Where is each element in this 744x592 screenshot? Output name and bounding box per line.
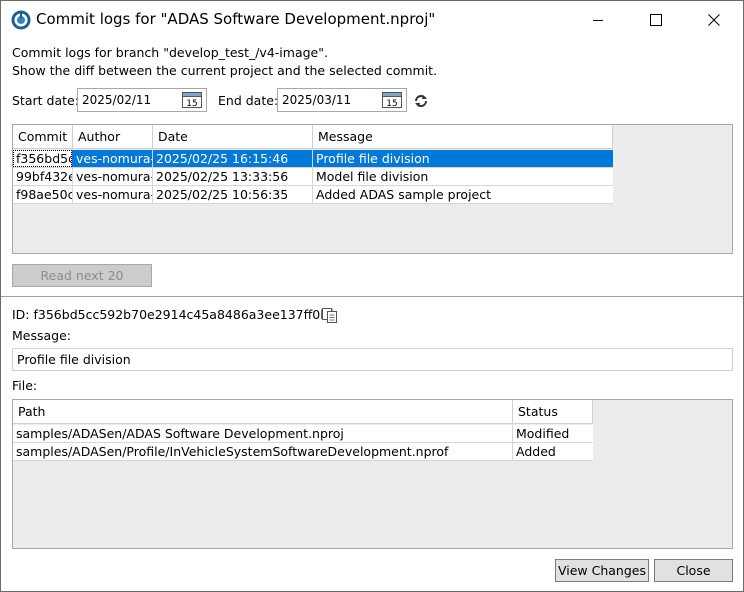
path-cell: samples/ADASen/ADAS Software Development…	[13, 425, 513, 442]
table-row[interactable]: 99bf432e ves-nomura- 2025/02/25 13:33:56…	[13, 168, 613, 186]
view-changes-button[interactable]: View Changes	[555, 559, 649, 582]
minimize-button[interactable]	[569, 1, 627, 39]
end-date-value: 2025/03/11	[282, 93, 352, 107]
author-cell: ves-nomura-	[73, 168, 153, 185]
message-cell: Added ADAS sample project	[316, 187, 492, 202]
start-date-label: Start date:	[12, 93, 79, 108]
start-date-value: 2025/02/11	[82, 93, 152, 107]
file-label: File:	[12, 378, 38, 393]
commit-logs-window: Commit logs for "ADAS Software Developme…	[0, 0, 744, 592]
path-cell: samples/ADASen/Profile/InVehicleSystemSo…	[13, 443, 513, 460]
table-row[interactable]: samples/ADASen/ADAS Software Development…	[13, 425, 593, 443]
message-cell: Profile file division	[316, 151, 430, 166]
maximize-button[interactable]	[627, 1, 685, 39]
commit-cell: f356bd5c	[13, 150, 72, 167]
end-date-label: End date:	[218, 93, 279, 108]
refresh-icon[interactable]	[413, 93, 429, 109]
branch-info-text: Commit logs for branch "develop_test_/v4…	[12, 45, 328, 60]
column-header-path[interactable]: Path	[13, 400, 513, 423]
window-title: Commit logs for "ADAS Software Developme…	[36, 10, 436, 28]
close-window-button[interactable]	[685, 1, 743, 39]
commit-cell: 99bf432e	[13, 168, 73, 185]
diff-info-text: Show the diff between the current projec…	[12, 63, 438, 78]
close-button[interactable]: Close	[654, 559, 733, 582]
file-table[interactable]: Path Status samples/ADASen/ADAS Software…	[12, 399, 733, 549]
table-row[interactable]: samples/ADASen/Profile/InVehicleSystemSo…	[13, 443, 593, 461]
author-cell: ves-nomura-	[73, 150, 153, 167]
commit-table[interactable]: Commit Author Date Message f356bd5c ves-…	[12, 124, 733, 254]
calendar-icon[interactable]: 15	[381, 91, 403, 109]
file-table-header: Path Status	[13, 400, 593, 424]
maximize-icon	[650, 14, 662, 26]
app-icon	[11, 10, 31, 30]
message-value: Profile file division	[17, 352, 131, 367]
minimize-icon	[593, 20, 603, 21]
commit-id-text: ID: f356bd5cc592b70e2914c45a8486a3ee137f…	[12, 307, 333, 322]
column-header-message[interactable]: Message	[313, 125, 613, 148]
author-cell: ves-nomura-	[73, 186, 153, 203]
start-date-field[interactable]: 2025/02/11 15	[77, 88, 207, 112]
table-row[interactable]: f356bd5c ves-nomura- 2025/02/25 16:15:46…	[13, 150, 613, 168]
column-header-date[interactable]: Date	[153, 125, 313, 148]
calendar-icon[interactable]: 15	[181, 91, 203, 109]
svg-text:15: 15	[386, 99, 397, 109]
read-next-button[interactable]: Read next 20	[12, 264, 152, 287]
commit-cell: f98ae50c	[13, 186, 73, 203]
date-cell: 2025/02/25 10:56:35	[153, 186, 313, 203]
column-header-commit[interactable]: Commit	[13, 125, 73, 148]
status-cell: Added	[516, 444, 556, 459]
message-field[interactable]: Profile file division	[12, 348, 733, 371]
svg-text:15: 15	[186, 99, 197, 109]
status-cell: Modified	[516, 426, 570, 441]
column-header-author[interactable]: Author	[73, 125, 153, 148]
copy-icon[interactable]	[321, 307, 339, 323]
commit-table-header: Commit Author Date Message	[13, 125, 613, 149]
table-row[interactable]: f98ae50c ves-nomura- 2025/02/25 10:56:35…	[13, 186, 613, 204]
date-cell: 2025/02/25 16:15:46	[153, 150, 313, 167]
close-icon	[708, 14, 720, 26]
title-bar[interactable]: Commit logs for "ADAS Software Developme…	[1, 1, 743, 39]
message-label: Message:	[12, 328, 71, 343]
message-cell: Model file division	[316, 169, 429, 184]
date-cell: 2025/02/25 13:33:56	[153, 168, 313, 185]
end-date-field[interactable]: 2025/03/11 15	[277, 88, 407, 112]
section-divider	[1, 296, 743, 297]
column-header-status[interactable]: Status	[513, 400, 593, 423]
